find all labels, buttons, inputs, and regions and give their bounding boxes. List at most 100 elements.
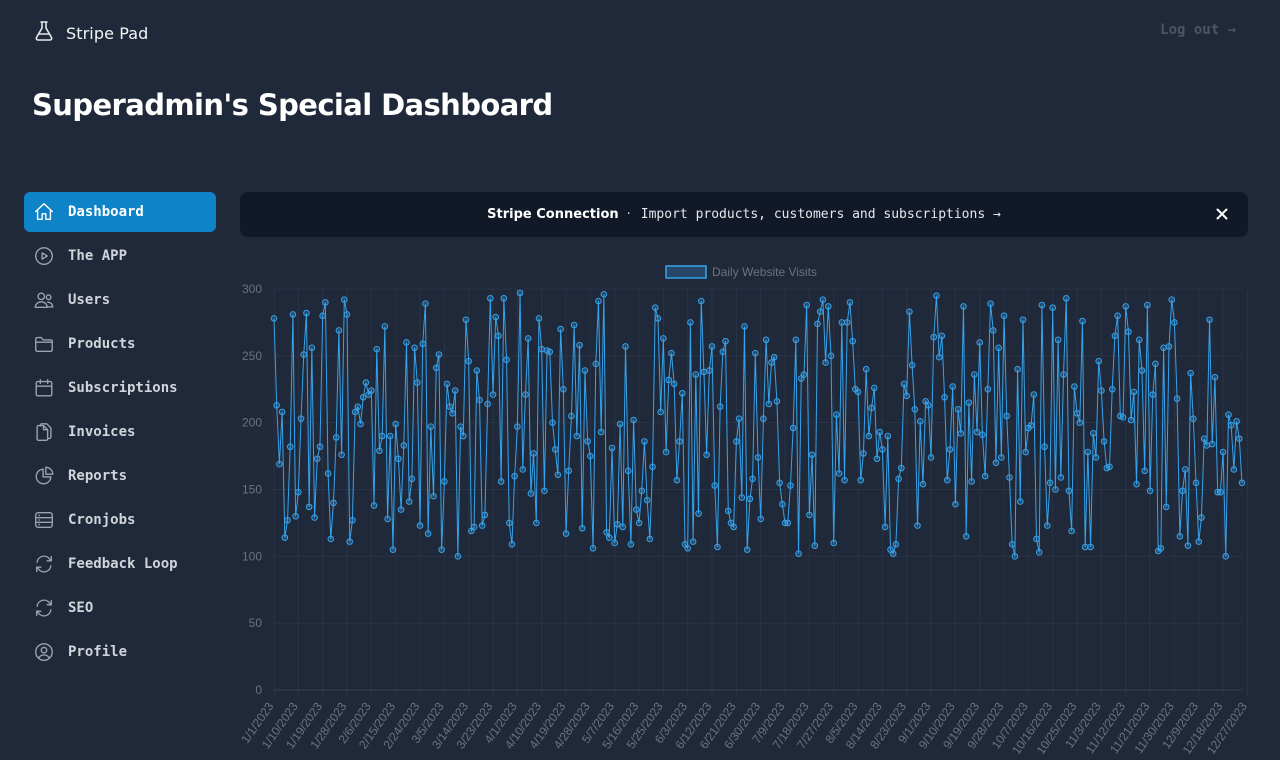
data-point: [833, 411, 840, 418]
data-point: [1198, 514, 1205, 521]
data-point: [941, 393, 948, 401]
data-point: [273, 401, 281, 409]
data-point: [435, 351, 443, 358]
data-point: [451, 387, 459, 394]
data-point: [470, 523, 478, 531]
data-point: [584, 438, 591, 445]
data-point: [1152, 360, 1159, 368]
data-point: [925, 401, 932, 409]
data-point: [984, 385, 992, 393]
legend-label: Daily Website Visits: [712, 265, 817, 279]
data-point: [362, 379, 370, 386]
data-point: [1238, 479, 1246, 487]
data-point: [919, 480, 927, 488]
data-point: [1119, 414, 1127, 421]
y-tick-label: 100: [242, 549, 262, 563]
sidebar-item-cronjobs[interactable]: Cronjobs: [24, 500, 216, 540]
data-point: [633, 506, 640, 513]
data-point: [1114, 312, 1121, 320]
data-point: [876, 428, 883, 436]
sidebar-item-the-app[interactable]: The APP: [24, 236, 216, 276]
data-point: [1203, 442, 1211, 449]
data-point: [349, 516, 356, 524]
data-point: [773, 397, 781, 405]
data-point: [779, 500, 786, 508]
sidebar-item-users[interactable]: Users: [24, 280, 216, 320]
data-point: [816, 308, 824, 316]
sidebar-item-seo[interactable]: SEO: [24, 588, 216, 628]
data-point: [557, 325, 564, 333]
data-point: [565, 467, 573, 475]
data-point: [614, 520, 621, 528]
data-point: [1190, 415, 1197, 422]
data-point: [1233, 418, 1240, 425]
data-point: [419, 340, 427, 348]
data-point: [760, 415, 767, 422]
data-point: [770, 353, 778, 361]
data-point: [954, 406, 962, 413]
data-point: [670, 380, 678, 388]
data-point: [414, 379, 421, 386]
data-point: [627, 541, 635, 548]
sidebar-item-reports[interactable]: Reports: [24, 456, 216, 496]
sidebar-item-products[interactable]: Products: [24, 324, 216, 364]
import-link[interactable]: Import products, customers and subscript…: [641, 207, 1001, 222]
data-point: [911, 406, 919, 413]
data-point: [914, 522, 921, 529]
data-point: [895, 475, 902, 483]
data-point: [573, 432, 581, 440]
data-point: [841, 476, 848, 484]
data-point: [1160, 344, 1167, 352]
top-bar: Stripe Pad Log out →: [0, 0, 1280, 62]
data-point: [795, 550, 802, 557]
y-tick-label: 250: [242, 349, 262, 363]
data-point: [1135, 336, 1143, 344]
sidebar-item-subscriptions[interactable]: Subscriptions: [24, 368, 216, 408]
data-point: [489, 391, 497, 398]
y-tick-label: 0: [255, 683, 262, 697]
sidebar-item-dashboard[interactable]: Dashboard: [24, 192, 216, 232]
data-point: [554, 471, 562, 479]
data-point: [319, 312, 326, 320]
data-point: [446, 403, 454, 410]
refresh-icon: [32, 552, 56, 576]
sidebar-item-label: Subscriptions: [68, 380, 178, 396]
sidebar-item-feedback-loop[interactable]: Feedback Loop: [24, 544, 216, 584]
data-point: [530, 450, 537, 457]
data-point: [868, 404, 875, 412]
data-point: [1227, 422, 1235, 429]
sidebar-item-profile[interactable]: Profile: [24, 632, 216, 672]
data-point: [1033, 535, 1040, 543]
sidebar-item-label: The APP: [68, 248, 128, 264]
data-point: [1111, 332, 1119, 340]
sidebar-item-label: Cronjobs: [68, 512, 136, 528]
data-point: [830, 539, 838, 547]
data-point: [881, 523, 889, 531]
server-icon: [32, 508, 56, 532]
data-point: [1019, 316, 1027, 324]
data-point: [416, 522, 424, 529]
data-point: [1068, 527, 1075, 535]
data-point: [357, 420, 364, 428]
data-point: [643, 496, 651, 504]
data-point: [1222, 553, 1230, 560]
data-point: [441, 478, 448, 485]
sidebar: Dashboard The APP Users Products Subscri…: [24, 192, 216, 676]
data-point: [1181, 466, 1189, 473]
data-point: [762, 336, 770, 344]
logout-link[interactable]: Log out →: [1160, 22, 1236, 38]
data-point: [541, 487, 548, 495]
data-point: [1016, 498, 1024, 505]
sidebar-item-invoices[interactable]: Invoices: [24, 412, 216, 452]
data-point: [1003, 412, 1011, 420]
y-tick-label: 50: [249, 616, 263, 630]
data-point: [827, 352, 835, 360]
data-point: [524, 335, 532, 342]
data-point: [949, 383, 956, 390]
brand-link[interactable]: Stripe Pad: [32, 19, 148, 47]
data-point: [722, 337, 729, 345]
data-point: [373, 345, 381, 353]
close-icon[interactable]: [1214, 206, 1230, 222]
data-point: [549, 419, 556, 426]
data-point: [854, 388, 862, 396]
